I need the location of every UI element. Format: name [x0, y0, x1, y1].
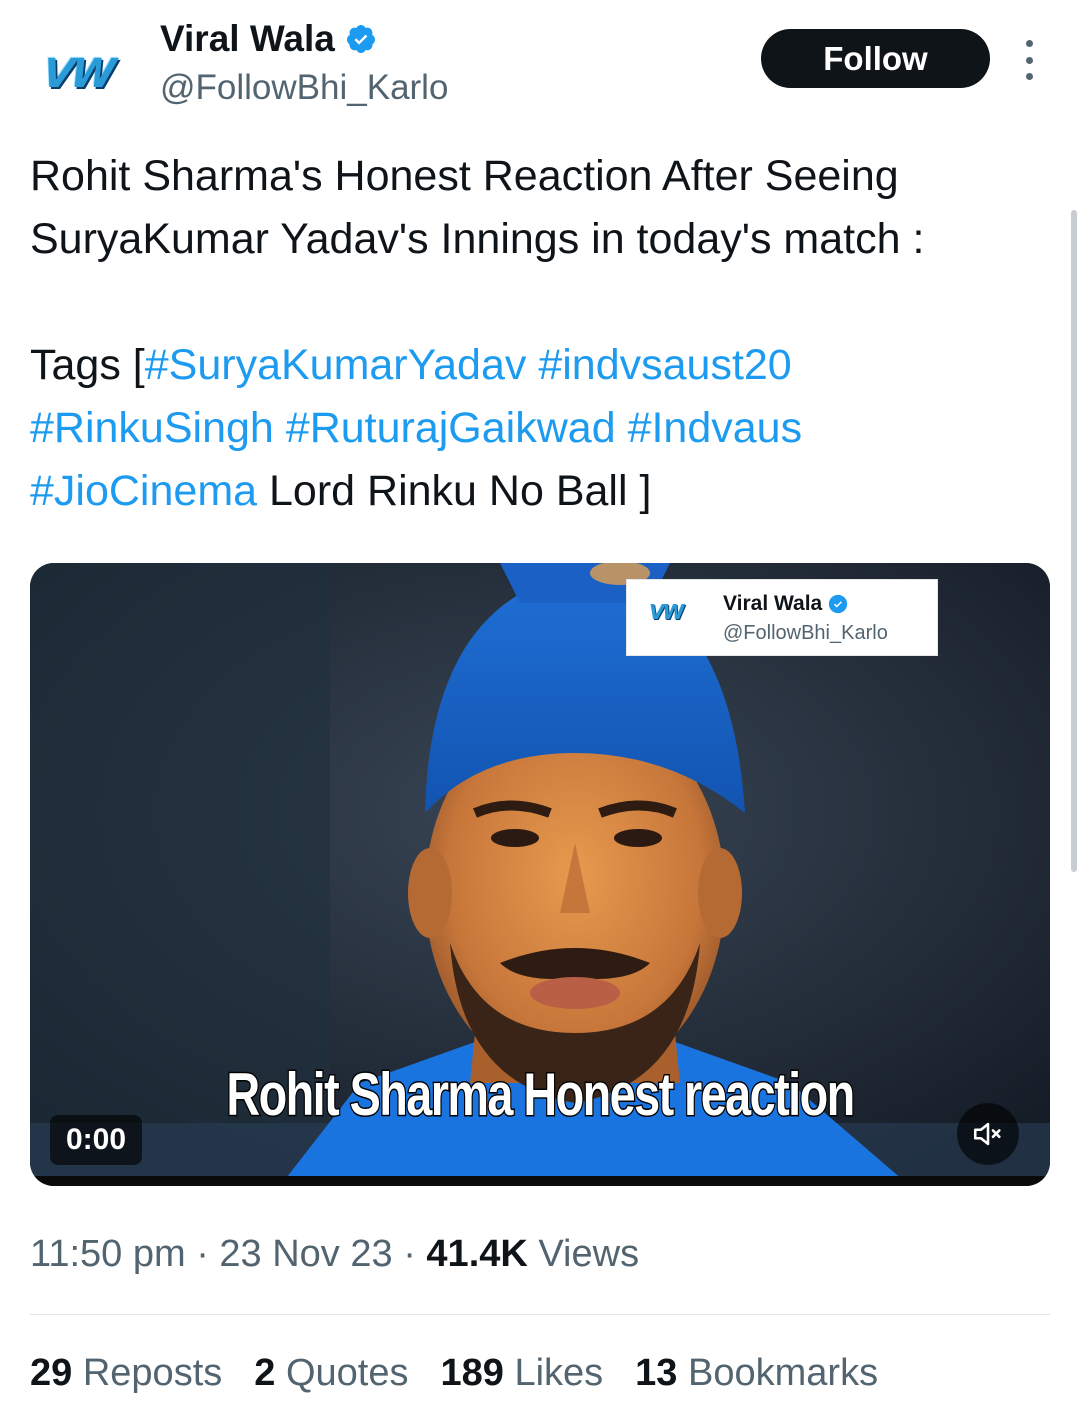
author-display-name[interactable]: Viral Wala — [160, 18, 335, 60]
avatar-logo: VW — [40, 51, 116, 97]
views-label: Views — [538, 1233, 640, 1275]
video-time-badge: 0:00 — [50, 1115, 142, 1165]
watermark-name-row: Viral Wala — [723, 592, 848, 616]
likes-stat[interactable]: 189 Likes — [440, 1352, 603, 1395]
follow-button[interactable]: Follow — [761, 29, 990, 88]
tweet-header: VW Viral Wala @FollowBhi_Karlo Follow — [0, 0, 1080, 122]
quotes-stat[interactable]: 2 Quotes — [254, 1352, 408, 1395]
watermark-logo: VW — [649, 600, 685, 624]
tags-suffix: Lord Rinku No Ball ] — [269, 467, 652, 515]
speaker-muted-icon — [973, 1122, 1001, 1146]
bookmarks-stat[interactable]: 13 Bookmarks — [635, 1352, 878, 1395]
engagement-stats: 29 Reposts 2 Quotes 189 Likes 13 Bookmar… — [30, 1352, 878, 1395]
meta-separator: · — [403, 1233, 416, 1275]
tweet-tags-line: #RinkuSingh #RuturajGaikwad #Indvaus — [30, 397, 1060, 460]
quotes-label: Quotes — [285, 1352, 409, 1394]
verified-badge-icon — [829, 594, 848, 614]
quotes-count: 2 — [254, 1352, 276, 1394]
hashtag-link[interactable]: #Indvaus — [628, 404, 803, 452]
author-avatar[interactable]: VW — [30, 26, 126, 122]
divider — [30, 1314, 1050, 1315]
watermark-handle: @FollowBhi_Karlo — [723, 622, 888, 644]
watermark-card: VW Viral Wala @FollowBhi_Karlo — [626, 579, 938, 656]
tweet-tags-line: #JioCinema Lord Rinku No Ball ] — [30, 460, 1060, 523]
tweet-tags-line: Tags [#SuryaKumarYadav #indvsaust20 — [30, 334, 1060, 397]
reposts-count: 29 — [30, 1352, 73, 1394]
bookmarks-count: 13 — [635, 1352, 678, 1394]
hashtag-link[interactable]: #SuryaKumarYadav — [145, 341, 527, 389]
likes-label: Likes — [514, 1352, 604, 1394]
author-handle[interactable]: @FollowBhi_Karlo — [160, 68, 448, 108]
tweet-time[interactable]: 11:50 pm — [30, 1233, 186, 1275]
video-progress-bar[interactable] — [30, 1176, 1050, 1186]
meta-separator: · — [196, 1233, 209, 1275]
likes-count: 189 — [440, 1352, 504, 1394]
tweet-text: Rohit Sharma's Honest Reaction After See… — [30, 145, 1060, 523]
author-name-row[interactable]: Viral Wala — [160, 18, 377, 60]
more-options-icon[interactable] — [1019, 40, 1039, 80]
hashtag-link[interactable]: #indvsaust20 — [538, 341, 791, 389]
tweet-line: SuryaKumar Yadav's Innings in today's ma… — [30, 215, 925, 263]
tags-prefix: Tags [ — [30, 341, 145, 389]
views-count: 41.4K — [426, 1233, 528, 1275]
reposts-stat[interactable]: 29 Reposts — [30, 1352, 222, 1395]
tweet-meta: 11:50 pm · 23 Nov 23 · 41.4K Views — [30, 1233, 639, 1276]
hashtag-link[interactable]: #RuturajGaikwad — [286, 404, 616, 452]
watermark-name: Viral Wala — [723, 592, 823, 615]
hashtag-link[interactable]: #JioCinema — [30, 467, 257, 515]
mute-button[interactable] — [957, 1103, 1019, 1165]
video-player[interactable]: VW Viral Wala @FollowBhi_Karlo Rohit Sha… — [30, 563, 1050, 1186]
reposts-label: Reposts — [82, 1352, 223, 1394]
tweet-date[interactable]: 23 Nov 23 — [219, 1233, 392, 1275]
bookmarks-label: Bookmarks — [688, 1352, 879, 1394]
video-caption: Rohit Sharma Honest reaction — [225, 1060, 856, 1130]
verified-badge-icon — [346, 25, 375, 53]
tweet-line: Rohit Sharma's Honest Reaction After See… — [30, 152, 899, 200]
hashtag-link[interactable]: #RinkuSingh — [30, 404, 274, 452]
scrollbar[interactable] — [1071, 210, 1077, 872]
